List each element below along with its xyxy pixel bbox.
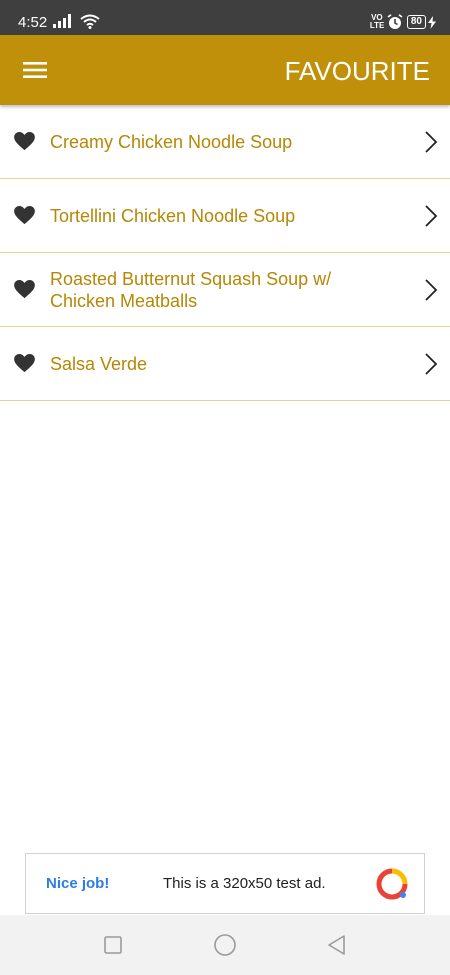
chevron-right-icon[interactable] [424,131,438,153]
battery-icon: 80 [406,15,426,29]
chevron-right-icon[interactable] [424,205,438,227]
ad-nice-job-text: Nice job! [46,875,110,892]
wifi-icon [80,14,101,29]
list-item-label: Roasted Butternut Squash Soup w/ Chicken… [50,268,332,311]
system-nav-bar [0,915,450,975]
status-time: 4:52 [18,14,48,31]
alarm-icon [387,14,403,29]
charging-icon [428,15,436,29]
heart-icon[interactable] [14,132,35,151]
status-bar: 4:52 VO LTE 80 [0,0,450,35]
list-item[interactable]: Tortellini Chicken Noodle Soup [0,179,450,253]
ad-text: This is a 320x50 test ad. [163,875,326,892]
heart-icon[interactable] [14,206,35,225]
list-item-label: Creamy Chicken Noodle Soup [50,131,293,152]
heart-icon[interactable] [14,354,35,373]
volte-icon: VO LTE [369,13,385,30]
list-item[interactable]: Creamy Chicken Noodle Soup [0,105,450,179]
chevron-right-icon[interactable] [424,279,438,301]
list-item[interactable]: Roasted Butternut Squash Soup w/ Chicken… [0,253,450,327]
heart-icon[interactable] [14,280,35,299]
app-bar: FAVOURITE [0,35,450,105]
hamburger-menu-icon[interactable] [22,57,48,83]
home-circle-icon[interactable] [213,933,237,957]
chevron-right-icon[interactable] [424,353,438,375]
ad-logo-icon [376,868,408,900]
list-item-label: Salsa Verde [50,353,148,374]
list-item[interactable]: Salsa Verde [0,327,450,401]
status-right-icons: VO LTE 80 [370,13,436,31]
test-ad-banner[interactable]: Nice job! This is a 320x50 test ad. [25,853,425,914]
page-title: FAVOURITE [284,56,430,86]
signal-icon [53,14,71,28]
list-item-label: Tortellini Chicken Noodle Soup [50,205,296,226]
back-triangle-icon[interactable] [326,934,348,956]
status-left-icons [53,14,101,30]
recents-square-icon[interactable] [102,934,124,956]
favourites-list: Creamy Chicken Noodle Soup Tortellini Ch… [0,105,450,401]
